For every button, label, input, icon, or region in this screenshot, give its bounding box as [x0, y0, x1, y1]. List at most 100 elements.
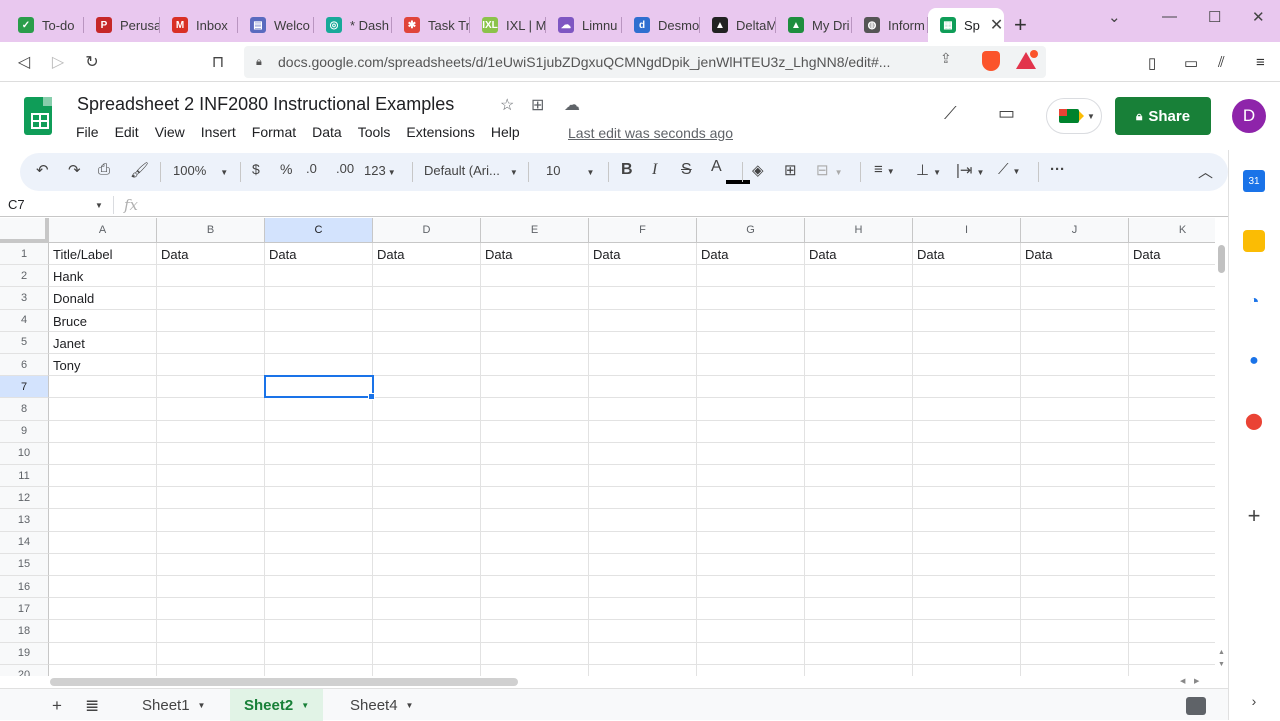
merge-cells-icon[interactable]: ⊟ ▼ — [816, 161, 843, 179]
browser-tab[interactable]: ▦ Sp ✕ — [928, 8, 1004, 42]
all-sheets-icon[interactable]: ≣ — [85, 696, 99, 716]
cell-h1[interactable]: Data — [809, 247, 836, 262]
vertical-align-icon[interactable]: ⊥ ▼ — [916, 161, 941, 179]
comments-icon[interactable]: ▭ — [998, 103, 1015, 124]
menu-item-view[interactable]: View — [155, 124, 185, 140]
text-wrapping-icon[interactable]: |⇥ ▼ — [956, 161, 984, 179]
cell-a6[interactable]: Tony — [53, 358, 80, 373]
close-tab-icon[interactable]: ✕ — [990, 15, 1003, 35]
row-header-9[interactable]: 9 — [0, 420, 49, 443]
cell-b1[interactable]: Data — [161, 247, 188, 262]
cell-c1[interactable]: Data — [269, 247, 296, 262]
browser-tab[interactable]: ◍ Inform — [852, 8, 928, 42]
column-header-j[interactable]: J — [1021, 218, 1129, 243]
chevron-right-icon[interactable]: › — [1243, 690, 1265, 712]
browser-tab[interactable]: ▲ DeltaM — [700, 8, 776, 42]
column-header-b[interactable]: B — [157, 218, 265, 243]
column-header-a[interactable]: A — [49, 218, 157, 243]
scroll-left-icon[interactable]: ◀ — [1180, 677, 1185, 685]
meet-button[interactable]: ▼ — [1046, 98, 1102, 134]
browser-tab[interactable]: d Desmo — [622, 8, 700, 42]
add-addons-icon[interactable]: + — [1243, 503, 1265, 528]
row-header-14[interactable]: 14 — [0, 531, 49, 554]
select-all-corner[interactable] — [0, 218, 49, 243]
explore-icon[interactable] — [1186, 697, 1206, 715]
browser-tab[interactable]: IXL IXL | M — [470, 8, 546, 42]
tasks-icon[interactable]: ◔ — [1243, 290, 1265, 312]
brave-shields-icon[interactable] — [982, 51, 1000, 71]
row-header-2[interactable]: 2 — [0, 265, 49, 288]
contacts-icon[interactable]: ● — [1243, 350, 1265, 372]
row-header-16[interactable]: 16 — [0, 576, 49, 599]
row-header-1[interactable]: 1 — [0, 243, 49, 266]
row-header-4[interactable]: 4 — [0, 309, 49, 332]
browser-tab[interactable]: ◎ * Dash — [314, 8, 392, 42]
percent-format-button[interactable]: % — [280, 161, 292, 177]
redo-icon[interactable]: ↷ — [68, 161, 81, 179]
sheets-logo-icon[interactable] — [24, 97, 52, 135]
scroll-down-icon[interactable]: ▼ — [1218, 661, 1225, 668]
spreadsheet-grid[interactable]: A B C D E F G H I J K 1 2 3 4 5 6 7 8 9 10 11 12 13 14 15 16 17 18 19… — [0, 218, 1215, 678]
add-sheet-icon[interactable]: + — [52, 696, 62, 716]
decrease-decimal-button[interactable]: .0 — [306, 161, 317, 176]
wallet-icon[interactable]: ▭ — [1184, 54, 1198, 72]
chevron-down-icon[interactable]: ▼ — [406, 701, 414, 710]
bold-button[interactable]: B — [621, 161, 633, 179]
row-header-17[interactable]: 17 — [0, 598, 49, 621]
row-header-8[interactable]: 8 — [0, 398, 49, 421]
cell-j1[interactable]: Data — [1025, 247, 1052, 262]
horizontal-scrollbar[interactable]: ◀ ▶ — [0, 676, 1228, 688]
cell-k1[interactable]: Data — [1133, 247, 1160, 262]
sheet-tab-sheet4[interactable]: Sheet4 ▼ — [336, 689, 427, 721]
sidebar-toggle-icon[interactable]: ▯ — [1148, 54, 1156, 72]
more-formats-select[interactable]: 123 ▼ — [364, 163, 396, 178]
extension-icon[interactable]: ⫽ — [1218, 54, 1225, 71]
chevron-down-icon[interactable]: ▼ — [95, 201, 103, 210]
browser-tab[interactable]: P Perusa — [84, 8, 160, 42]
column-header-h[interactable]: H — [805, 218, 913, 243]
browser-tab[interactable]: ▤ Welco — [238, 8, 314, 42]
maps-icon[interactable]: ⬤ — [1243, 410, 1265, 432]
column-header-e[interactable]: E — [481, 218, 589, 243]
star-icon[interactable]: ☆ — [500, 95, 514, 115]
column-header-d[interactable]: D — [373, 218, 481, 243]
calendar-icon[interactable]: 31 — [1243, 170, 1265, 192]
column-header-c[interactable]: C — [265, 218, 373, 243]
menu-item-extensions[interactable]: Extensions — [406, 124, 474, 140]
menu-item-insert[interactable]: Insert — [201, 124, 236, 140]
reload-button[interactable]: ↻ — [80, 50, 104, 74]
url-bar[interactable]: 🔒︎ docs.google.com/spreadsheets/d/1eUwiS… — [244, 46, 1046, 78]
cell-a4[interactable]: Bruce — [53, 314, 87, 329]
cell-i1[interactable]: Data — [917, 247, 944, 262]
active-cell-c7[interactable] — [264, 375, 374, 399]
cloud-saved-icon[interactable]: ☁ — [564, 95, 580, 115]
cell-a1[interactable]: Title/Label — [53, 247, 113, 262]
maximize-button[interactable]: ☐ — [1208, 8, 1221, 26]
menu-item-file[interactable]: File — [76, 124, 99, 140]
scroll-right-icon[interactable]: ▶ — [1194, 677, 1199, 685]
bookmark-icon[interactable]: ⊓ — [206, 50, 230, 74]
close-window-button[interactable]: ✕ — [1252, 8, 1265, 26]
browser-tab[interactable]: ✱ Task Tr — [392, 8, 470, 42]
browser-tab[interactable]: ▲ My Dri — [776, 8, 852, 42]
sheet-tab-sheet1[interactable]: Sheet1 ▼ — [128, 689, 219, 721]
menu-item-edit[interactable]: Edit — [115, 124, 139, 140]
currency-format-button[interactable]: $ — [252, 161, 260, 177]
menu-item-tools[interactable]: Tools — [358, 124, 391, 140]
share-button[interactable]: 🔒︎ Share — [1115, 97, 1211, 135]
cell-d1[interactable]: Data — [377, 247, 404, 262]
paint-format-icon[interactable]: 🖌︎ — [130, 161, 149, 179]
zoom-select[interactable]: 100% ▼ — [173, 163, 228, 178]
font-size-select[interactable]: 10 ▼ — [546, 163, 594, 178]
minimize-button[interactable]: — — [1162, 8, 1177, 25]
row-header-13[interactable]: 13 — [0, 509, 49, 532]
browser-tab[interactable]: ✓ To-do — [6, 8, 84, 42]
browser-menu-icon[interactable]: ≡ — [1256, 54, 1265, 71]
trend-chart-icon[interactable]: ⟋ — [944, 103, 957, 124]
row-header-5[interactable]: 5 — [0, 331, 49, 354]
menu-item-data[interactable]: Data — [312, 124, 342, 140]
strikethrough-button[interactable]: S — [681, 161, 692, 179]
cell-a3[interactable]: Donald — [53, 291, 94, 306]
share-page-icon[interactable]: ⇪ — [940, 50, 952, 67]
chevron-down-icon[interactable]: ▼ — [301, 701, 309, 710]
